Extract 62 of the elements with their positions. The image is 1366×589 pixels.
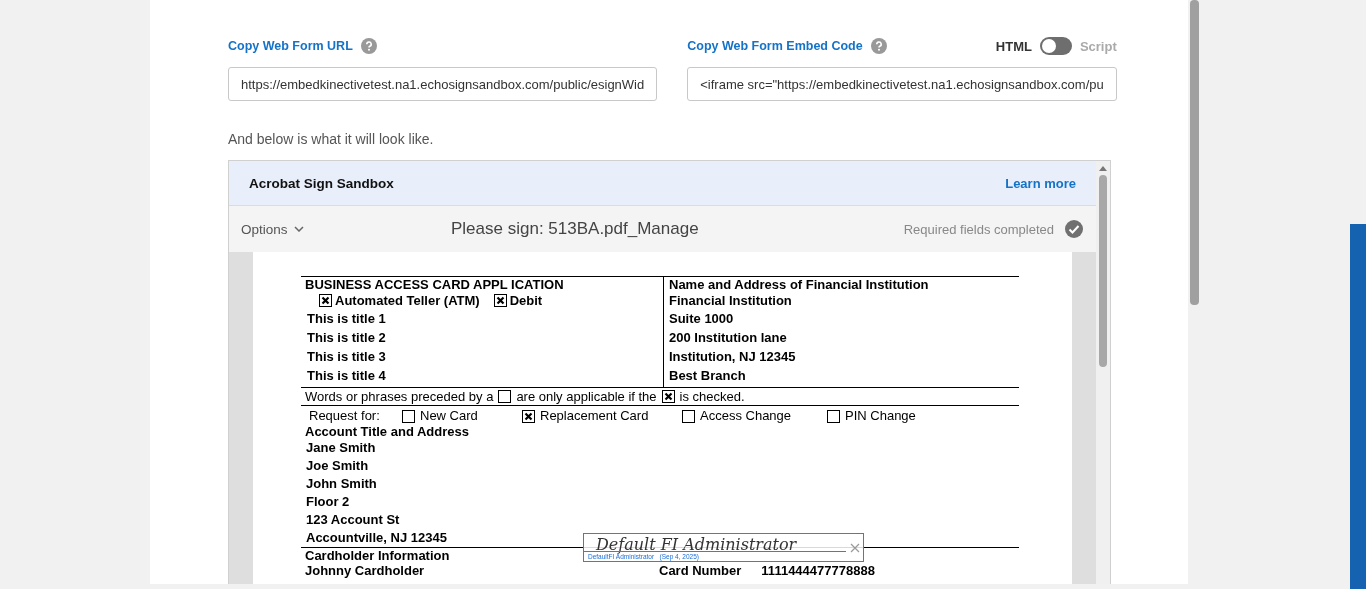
embed-code-field[interactable]: <iframe src="https://embedkinectivetest.na1.echosignsandbox.com/pu — [687, 67, 1117, 101]
note-text: Words or phrases preceded by a — [305, 388, 494, 405]
institution-line: Financial Institution — [669, 292, 792, 309]
account-line: Floor 2 — [305, 493, 350, 511]
title-line: This is title 1 — [306, 310, 386, 328]
form-heading: BUSINESS ACCESS CARD APPL ICATION — [305, 277, 565, 292]
institution-line: Suite 1000 — [669, 310, 734, 328]
document-title: Please sign: 513BA.pdf_Manage — [451, 219, 699, 239]
close-icon[interactable] — [850, 543, 860, 553]
card-number-label: Card Number — [659, 563, 742, 578]
institution-line: 200 Institution lane — [669, 329, 787, 347]
request-label: Request for: — [309, 408, 380, 424]
option-label: New Card — [420, 408, 478, 424]
status-text: Required fields completed — [903, 221, 1054, 237]
account-line: John Smith — [305, 475, 377, 493]
empty-box-icon — [827, 409, 840, 423]
field-label: Copy Web Form URL — [228, 39, 353, 53]
option-label: Automated Teller (ATM) — [335, 292, 480, 309]
option-label: Access Change — [700, 408, 792, 424]
brand-name: Acrobat Sign Sandbox — [249, 175, 394, 191]
note-text: is checked. — [679, 388, 745, 405]
help-icon[interactable] — [360, 38, 377, 54]
checked-box-icon — [661, 390, 675, 403]
empty-box-icon — [402, 409, 415, 423]
field-label: Copy Web Form Embed Code — [687, 39, 863, 53]
toggle-label: Script — [1079, 38, 1117, 54]
checked-box-icon — [319, 294, 332, 307]
checked-box-icon — [522, 409, 535, 423]
cardholder-name: Johnny Cardholder — [305, 563, 425, 578]
title-line: This is title 2 — [306, 329, 386, 347]
option-label: PIN Change — [845, 408, 916, 424]
options-button[interactable]: Options — [241, 221, 451, 237]
scrollbar-thumb[interactable] — [1190, 0, 1199, 305]
institution-line: Best Branch — [669, 367, 746, 385]
scroll-up-icon[interactable] — [1099, 165, 1107, 171]
checked-box-icon — [493, 294, 507, 307]
section-heading: Name and Address of Financial Institution — [669, 277, 929, 292]
url-field[interactable]: https://embedkinectivetest.na1.echosignsandbox.com/public/esignWid — [228, 67, 658, 101]
help-icon[interactable] — [870, 38, 887, 54]
format-toggle[interactable] — [1039, 37, 1072, 55]
account-line: Accountville, NJ 12345 — [305, 529, 447, 547]
preview-note: And below is what it will look like. — [228, 131, 435, 149]
scrollbar-thumb[interactable] — [1099, 175, 1107, 367]
checkmark-icon — [1064, 219, 1084, 239]
note-text: are only applicable if the — [516, 388, 657, 405]
account-line: Joe Smith — [305, 457, 369, 475]
account-line: 123 Account St — [305, 511, 400, 529]
option-label: Debit — [509, 292, 543, 309]
signature: Default FI Administrator — [596, 535, 797, 554]
toggle-label: HTML — [995, 38, 1032, 54]
title-line: This is title 4 — [306, 367, 386, 385]
learn-more-link[interactable]: Learn more — [1005, 175, 1076, 191]
empty-box-icon — [682, 409, 695, 423]
title-line: This is title 3 — [306, 348, 386, 366]
card-number: 1111444477778888 — [761, 563, 875, 578]
institution-line: Institution, NJ 12345 — [669, 348, 796, 366]
chevron-icon — [293, 226, 304, 232]
empty-box-icon — [498, 390, 512, 403]
section-heading: Cardholder Information — [305, 548, 450, 563]
account-line: Jane Smith — [305, 439, 376, 457]
section-heading: Account Title and Address — [305, 424, 470, 439]
option-label: Replacement Card — [540, 408, 649, 424]
